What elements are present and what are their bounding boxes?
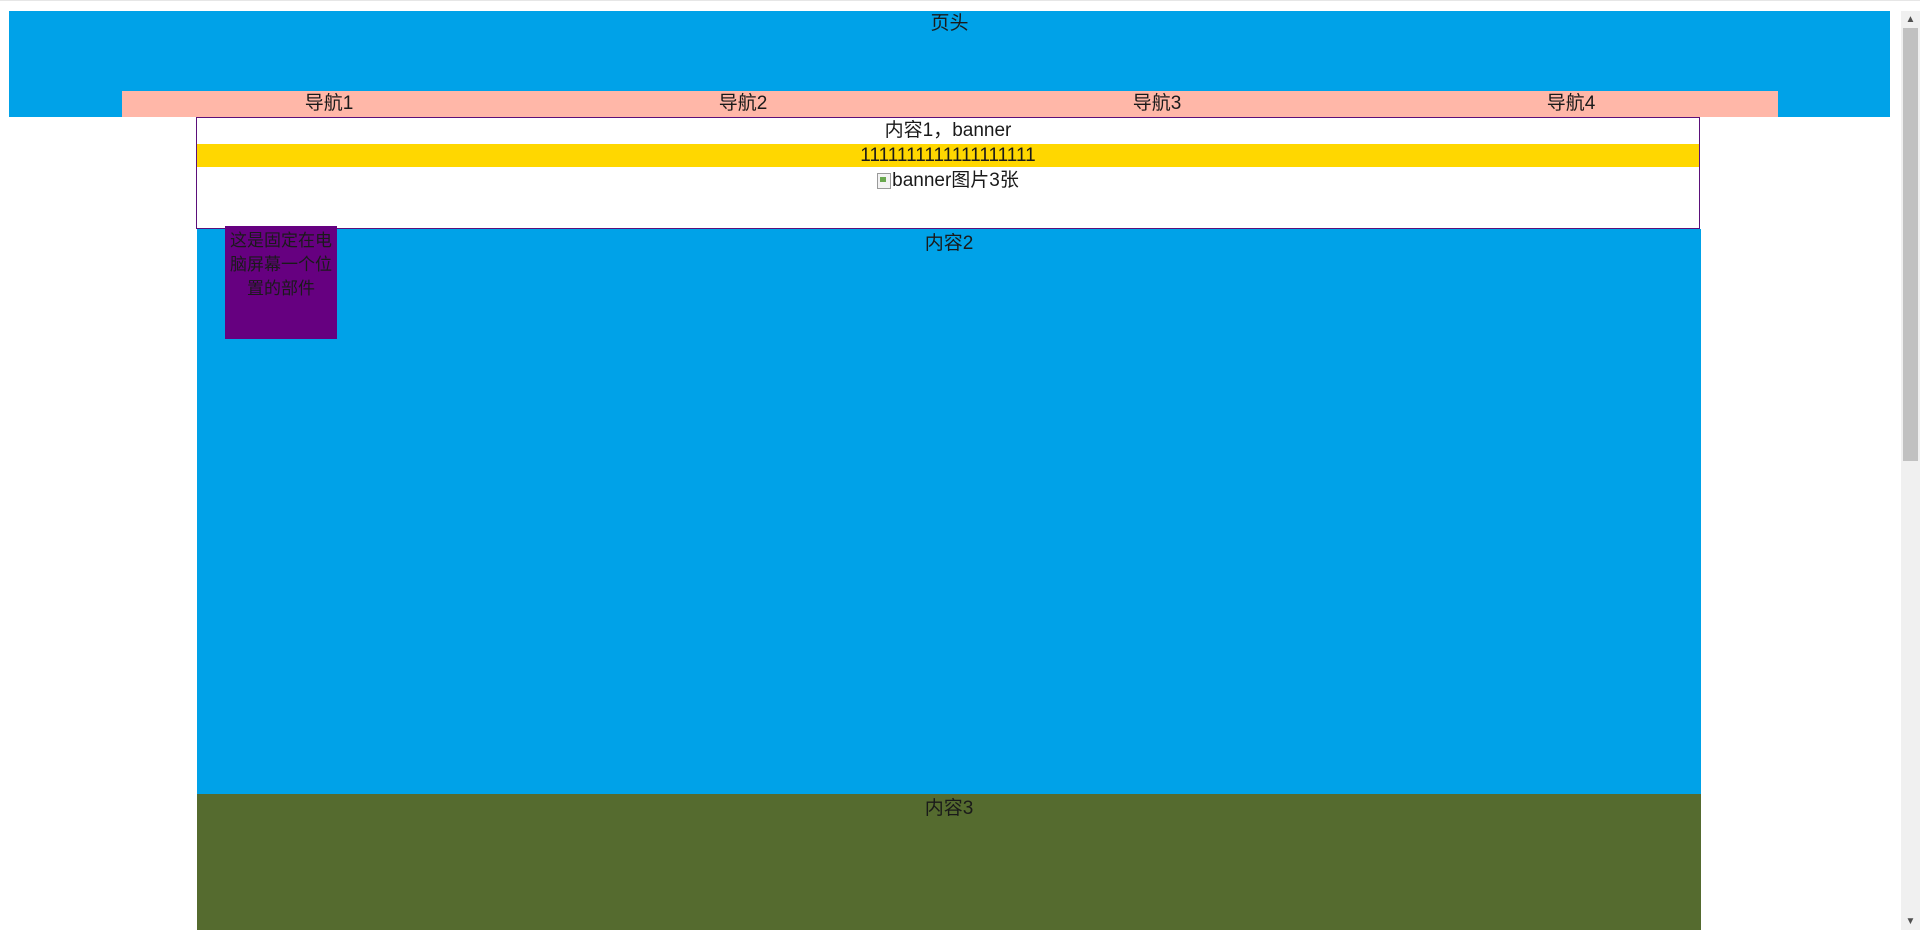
content2-section: 内容2	[197, 229, 1701, 794]
content1-banner-section: 内容1，banner 1111111111111111111 banner图片3…	[196, 117, 1700, 229]
page-header-title: 页头	[930, 13, 969, 34]
arrow-down-icon[interactable]: ▼	[1901, 913, 1920, 930]
content2-label: 内容2	[924, 233, 974, 254]
fixed-position-widget[interactable]: 这是固定在电脑屏幕一个位置的部件	[225, 226, 337, 339]
yellow-strip: 1111111111111111111	[197, 144, 1699, 167]
vertical-scrollbar[interactable]: ▲ ▼	[1901, 11, 1920, 930]
content3-section: 内容3	[197, 794, 1701, 930]
nav-item-1[interactable]: 导航1	[122, 91, 536, 117]
content3-label: 内容3	[924, 798, 974, 819]
nav-item-3[interactable]: 导航3	[950, 91, 1364, 117]
nav-item-4[interactable]: 导航4	[1364, 91, 1778, 117]
content1-label: 内容1，banner	[884, 120, 1012, 141]
page-viewport: 页头 导航1 导航2 导航3 导航4 内容1，banner 1111111111…	[0, 0, 1920, 930]
broken-image-icon	[877, 173, 892, 189]
nav-bar: 导航1 导航2 导航3 导航4	[122, 91, 1778, 117]
nav-item-2[interactable]: 导航2	[536, 91, 950, 117]
banner-image: banner图片3张	[877, 168, 1019, 194]
browser-top-edge	[0, 0, 1920, 11]
banner-image-alt-text: banner图片3张	[892, 170, 1019, 191]
scrollbar-thumb[interactable]	[1903, 28, 1918, 461]
arrow-up-icon[interactable]: ▲	[1901, 11, 1920, 28]
